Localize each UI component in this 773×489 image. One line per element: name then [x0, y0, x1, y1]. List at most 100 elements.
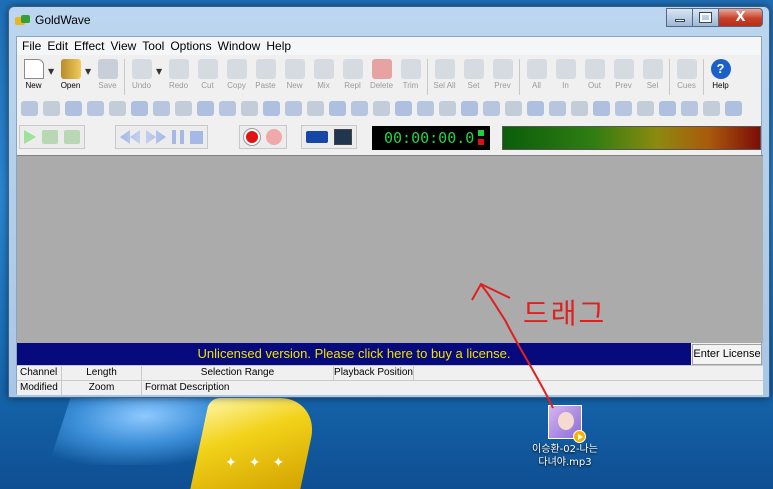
- stop-icon[interactable]: [190, 130, 203, 144]
- menu-tool[interactable]: Tool: [139, 39, 167, 53]
- zoom-previous-button[interactable]: Prev: [609, 57, 638, 90]
- replace-button[interactable]: Repl: [338, 57, 367, 90]
- desktop-file-name: 이승환-02-나는 다녀야.mp3: [532, 444, 598, 468]
- save-button[interactable]: Save: [93, 57, 122, 90]
- effect-icon[interactable]: [219, 100, 236, 116]
- record-icon[interactable]: [243, 128, 261, 146]
- effect-icon[interactable]: [725, 100, 742, 116]
- effect-icon[interactable]: [197, 100, 214, 116]
- zoom-in-button[interactable]: In: [551, 57, 580, 90]
- effect-icon[interactable]: [65, 100, 82, 116]
- effect-icon[interactable]: [417, 100, 434, 116]
- status-empty: [414, 366, 763, 381]
- effect-icon[interactable]: [681, 100, 698, 116]
- new-button[interactable]: New: [19, 57, 48, 90]
- zoom-out-icon: [584, 59, 605, 79]
- toolbar-separator: [124, 59, 125, 95]
- monitor-icon[interactable]: [306, 131, 328, 143]
- set-button[interactable]: Set: [459, 57, 488, 90]
- effect-icon[interactable]: [175, 100, 192, 116]
- monitor-group: [301, 125, 357, 149]
- record-new-icon[interactable]: [266, 129, 282, 145]
- effect-icon[interactable]: [615, 100, 632, 116]
- effect-icon[interactable]: [241, 100, 258, 116]
- effect-icon[interactable]: [483, 100, 500, 116]
- effect-icon[interactable]: [263, 100, 280, 116]
- help-button[interactable]: ? Help: [706, 57, 735, 90]
- effect-icon[interactable]: [593, 100, 610, 116]
- menu-file[interactable]: File: [19, 39, 44, 53]
- fast-forward-icon[interactable]: [146, 130, 166, 144]
- play-icon[interactable]: [24, 130, 36, 144]
- effect-icon[interactable]: [439, 100, 456, 116]
- effect-icon[interactable]: [527, 100, 544, 116]
- mix-button[interactable]: Mix: [309, 57, 338, 90]
- status-bar-top: Channel Length Selection Range Playback …: [17, 365, 763, 381]
- effect-icon[interactable]: [307, 100, 324, 116]
- effect-icon[interactable]: [461, 100, 478, 116]
- title-bar[interactable]: GoldWave X: [9, 7, 769, 33]
- menu-help[interactable]: Help: [263, 39, 294, 53]
- status-selection-range: Selection Range: [142, 366, 334, 381]
- effect-icon[interactable]: [659, 100, 676, 116]
- effect-icon[interactable]: [395, 100, 412, 116]
- play-selection-icon[interactable]: [42, 130, 58, 144]
- effect-icon[interactable]: [43, 100, 60, 116]
- menu-window[interactable]: Window: [215, 39, 264, 53]
- menu-view[interactable]: View: [108, 39, 140, 53]
- menu-bar: File Edit Effect View Tool Options Windo…: [17, 37, 761, 55]
- undo-button[interactable]: Undo: [127, 57, 156, 90]
- rewind-icon[interactable]: [120, 130, 140, 144]
- play-badge-icon: [573, 430, 586, 443]
- control-properties-icon[interactable]: [334, 129, 352, 145]
- effect-icon[interactable]: [571, 100, 588, 116]
- effect-icon[interactable]: [329, 100, 346, 116]
- copy-button[interactable]: Copy: [222, 57, 251, 90]
- open-button[interactable]: Open: [56, 57, 85, 90]
- zoom-selection-button[interactable]: Sel: [638, 57, 667, 90]
- menu-options[interactable]: Options: [167, 39, 214, 53]
- effect-icon[interactable]: [285, 100, 302, 116]
- menu-edit[interactable]: Edit: [44, 39, 71, 53]
- desktop-mp3-file[interactable]: 이승환-02-나는 다녀야.mp3: [530, 405, 600, 469]
- delete-button[interactable]: Delete: [367, 57, 396, 90]
- effect-icon[interactable]: [549, 100, 566, 116]
- goldwave-window: GoldWave X File Edit Effect View Tool Op…: [8, 6, 770, 398]
- effect-icon[interactable]: [153, 100, 170, 116]
- effect-icon[interactable]: [637, 100, 654, 116]
- menu-effect[interactable]: Effect: [71, 39, 107, 53]
- maximize-button[interactable]: [692, 8, 719, 27]
- select-all-button[interactable]: Sel All: [430, 57, 459, 90]
- enter-license-button[interactable]: Enter License: [692, 344, 762, 365]
- new-dropdown-icon[interactable]: ▼: [48, 57, 56, 76]
- paste-new-button[interactable]: New: [280, 57, 309, 90]
- wallpaper-sparkles: ✦✦✦: [225, 455, 297, 471]
- cut-button[interactable]: Cut: [193, 57, 222, 90]
- zoom-all-button[interactable]: All: [522, 57, 551, 90]
- effect-icon[interactable]: [109, 100, 126, 116]
- play-to-end-icon[interactable]: [64, 130, 80, 144]
- minimize-button[interactable]: [666, 8, 693, 27]
- previous-button[interactable]: Prev: [488, 57, 517, 90]
- undo-dropdown-icon[interactable]: ▼: [156, 57, 164, 76]
- effect-icon[interactable]: [505, 100, 522, 116]
- zoom-out-button[interactable]: Out: [580, 57, 609, 90]
- cut-icon: [197, 59, 218, 79]
- effect-icon[interactable]: [131, 100, 148, 116]
- pause-icon[interactable]: [172, 130, 184, 144]
- status-zoom: Zoom: [62, 381, 142, 396]
- effect-icon[interactable]: [87, 100, 104, 116]
- cues-button[interactable]: Cues: [672, 57, 701, 90]
- effect-icon[interactable]: [351, 100, 368, 116]
- sound-workspace[interactable]: [17, 155, 763, 343]
- trim-button[interactable]: Trim: [396, 57, 425, 90]
- undo-icon: [131, 59, 152, 79]
- license-banner[interactable]: Unlicensed version. Please click here to…: [17, 343, 691, 365]
- effect-icon[interactable]: [373, 100, 390, 116]
- redo-button[interactable]: Redo: [164, 57, 193, 90]
- effect-icon[interactable]: [21, 100, 38, 116]
- effect-icon[interactable]: [703, 100, 720, 116]
- open-dropdown-icon[interactable]: ▼: [85, 57, 93, 76]
- paste-button[interactable]: Paste: [251, 57, 280, 90]
- close-button[interactable]: X: [718, 8, 763, 27]
